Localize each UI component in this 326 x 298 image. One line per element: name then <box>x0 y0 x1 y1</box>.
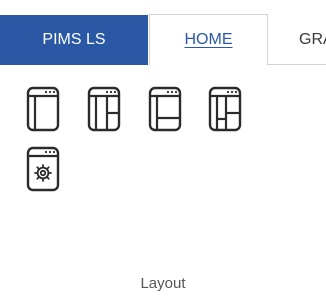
layout-settings-button[interactable] <box>26 146 60 192</box>
split-horizontal-layout-icon <box>148 86 182 132</box>
split-vertical-layout-button[interactable] <box>87 86 121 132</box>
window-gear-icon <box>26 146 60 192</box>
split-horizontal-layout-button[interactable] <box>148 86 182 132</box>
layout-group-label: Layout <box>140 275 186 292</box>
three-pane-layout-icon <box>208 86 242 132</box>
single-pane-layout-button[interactable] <box>26 86 60 132</box>
tab-home-label: HOME <box>184 31 233 48</box>
tab-divider <box>268 64 326 65</box>
app-tab[interactable]: PIMS LS <box>0 15 148 65</box>
tab-home[interactable]: HOME <box>149 14 268 65</box>
ribbon-tab-bar: PIMS LS HOME GRAPH <box>0 0 326 66</box>
tab-graph[interactable]: GRAPH <box>268 15 326 64</box>
split-vertical-layout-icon <box>87 86 121 132</box>
three-pane-layout-button[interactable] <box>208 86 242 132</box>
single-pane-layout-icon <box>26 86 60 132</box>
